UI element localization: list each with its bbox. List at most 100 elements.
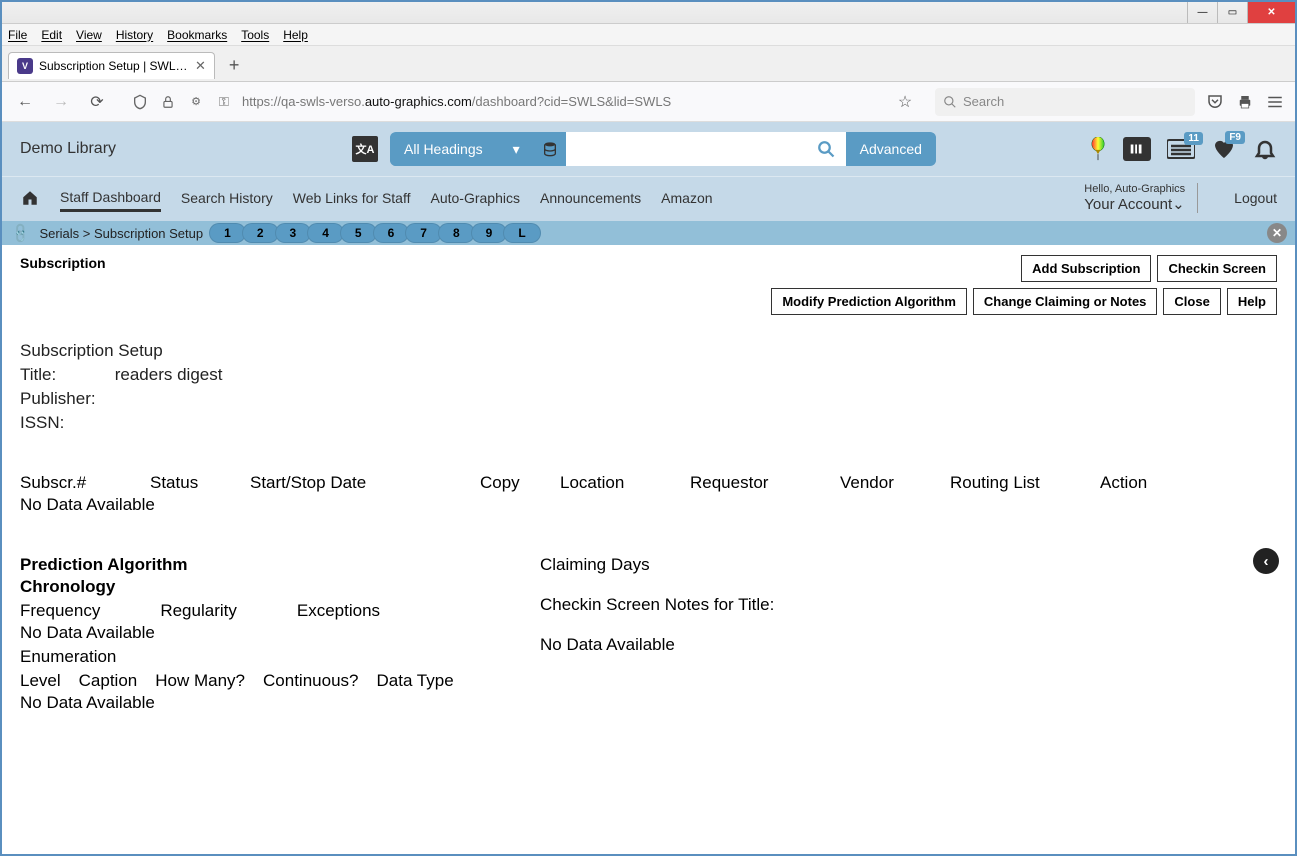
heart-icon[interactable]: F9 <box>1211 137 1237 161</box>
address-bar: ← → ⟳ ⚙ ⚿ https://qa-swls-verso.auto-gra… <box>2 82 1295 122</box>
add-subscription-button[interactable]: Add Subscription <box>1021 255 1151 282</box>
library-header: Demo Library 文A All Headings ▾ Advanced … <box>2 122 1295 176</box>
logout-link[interactable]: Logout <box>1218 190 1277 206</box>
catalog-search-button[interactable] <box>806 132 846 166</box>
menu-view[interactable]: View <box>76 28 102 42</box>
list-icon[interactable]: 11 <box>1167 138 1195 160</box>
chronology-title: Chronology <box>20 577 480 597</box>
menu-help[interactable]: Help <box>283 28 308 42</box>
advanced-search-button[interactable]: Advanced <box>846 133 936 165</box>
nav-amazon[interactable]: Amazon <box>661 186 712 210</box>
menu-file[interactable]: File <box>8 28 27 42</box>
page-8[interactable]: 8 <box>438 223 475 243</box>
close-button[interactable]: Close <box>1163 288 1220 315</box>
menu-bookmarks[interactable]: Bookmarks <box>167 28 227 42</box>
scanner-icon[interactable] <box>1123 137 1151 161</box>
maximize-button[interactable]: ▭ <box>1217 2 1247 23</box>
page-2[interactable]: 2 <box>242 223 279 243</box>
browser-search-box[interactable]: Search <box>935 88 1195 116</box>
chron-frequency: Frequency <box>20 601 100 621</box>
key-icon[interactable]: ⚿ <box>214 92 234 112</box>
col-routing: Routing List <box>950 473 1100 493</box>
page-7[interactable]: 7 <box>405 223 442 243</box>
page-3[interactable]: 3 <box>275 223 312 243</box>
nav-announcements[interactable]: Announcements <box>540 186 641 210</box>
new-tab-button[interactable]: + <box>221 55 248 76</box>
checkin-no-data: No Data Available <box>540 635 1277 655</box>
page-last[interactable]: L <box>503 223 540 243</box>
nav-search-history[interactable]: Search History <box>181 186 273 210</box>
chron-no-data: No Data Available <box>20 623 480 643</box>
reload-button[interactable]: ⟳ <box>84 89 110 115</box>
minimize-button[interactable]: — <box>1187 2 1217 23</box>
close-tab-icon[interactable]: ✕ <box>195 58 206 74</box>
pocket-icon[interactable] <box>1205 92 1225 112</box>
shield-icon[interactable] <box>130 92 150 112</box>
enumeration-title: Enumeration <box>20 647 480 667</box>
modify-prediction-button[interactable]: Modify Prediction Algorithm <box>771 288 967 315</box>
print-icon[interactable] <box>1235 92 1255 112</box>
balloon-icon[interactable] <box>1089 137 1107 161</box>
page-4[interactable]: 4 <box>307 223 344 243</box>
page-1[interactable]: 1 <box>209 223 246 243</box>
chron-exceptions: Exceptions <box>297 601 380 621</box>
issn-label: ISSN: <box>20 413 64 432</box>
search-icon <box>943 95 957 109</box>
nav-web-links[interactable]: Web Links for Staff <box>293 186 411 210</box>
enum-level: Level <box>20 671 61 691</box>
language-icon[interactable]: 文A <box>352 136 378 162</box>
list-badge: 11 <box>1184 132 1203 145</box>
bell-icon[interactable] <box>1253 137 1277 161</box>
menu-edit[interactable]: Edit <box>41 28 62 42</box>
tab-title: Subscription Setup | SWLS | swls <box>39 59 189 73</box>
col-vendor: Vendor <box>840 473 950 493</box>
permissions-icon[interactable]: ⚙ <box>186 92 206 112</box>
help-button[interactable]: Help <box>1227 288 1277 315</box>
col-copy: Copy <box>480 473 560 493</box>
browser-tab[interactable]: V Subscription Setup | SWLS | swls ✕ <box>8 52 215 79</box>
change-claiming-button[interactable]: Change Claiming or Notes <box>973 288 1158 315</box>
library-name: Demo Library <box>20 140 340 158</box>
lock-icon[interactable] <box>158 92 178 112</box>
menu-history[interactable]: History <box>116 28 153 42</box>
home-icon[interactable] <box>20 189 40 207</box>
headings-label: All Headings <box>404 141 483 157</box>
chevron-down-icon: ▾ <box>513 141 520 158</box>
enum-no-data: No Data Available <box>20 693 480 713</box>
chron-regularity: Regularity <box>160 601 237 621</box>
headings-dropdown[interactable]: All Headings ▾ <box>390 133 534 166</box>
catalog-search-input[interactable] <box>566 132 806 166</box>
forward-button[interactable]: → <box>48 89 74 115</box>
chevron-left-icon[interactable]: ‹ <box>1253 548 1279 574</box>
nav-auto-graphics[interactable]: Auto-Graphics <box>431 186 520 210</box>
bookmark-icon[interactable]: ☆ <box>895 92 915 112</box>
col-requestor: Requestor <box>690 473 840 493</box>
page-9[interactable]: 9 <box>471 223 508 243</box>
checkin-screen-button[interactable]: Checkin Screen <box>1157 255 1277 282</box>
heart-badge: F9 <box>1225 131 1245 144</box>
tab-bar: V Subscription Setup | SWLS | swls ✕ + <box>2 46 1295 82</box>
pagination: 1 2 3 4 5 6 7 8 9 L <box>213 223 541 243</box>
prediction-title: Prediction Algorithm <box>20 555 480 575</box>
prediction-block: Prediction Algorithm Chronology Frequenc… <box>20 555 1277 713</box>
database-icon[interactable] <box>534 140 566 158</box>
page-6[interactable]: 6 <box>373 223 410 243</box>
nav-staff-dashboard[interactable]: Staff Dashboard <box>60 185 161 212</box>
url-text: https://qa-swls-verso.auto-graphics.com/… <box>242 94 671 109</box>
enum-continuous: Continuous? <box>263 671 358 691</box>
publisher-label: Publisher: <box>20 389 96 408</box>
header-icons: 11 F9 <box>1089 137 1277 161</box>
url-box[interactable]: ⚙ ⚿ https://qa-swls-verso.auto-graphics.… <box>120 92 925 112</box>
enum-caption: Caption <box>79 671 138 691</box>
account-menu[interactable]: Hello, Auto-Graphics Your Account⌄ <box>1084 183 1198 213</box>
page-5[interactable]: 5 <box>340 223 377 243</box>
breadcrumb[interactable]: Serials > Subscription Setup <box>39 226 203 241</box>
title-value: readers digest <box>115 365 223 384</box>
hamburger-icon[interactable] <box>1265 92 1285 112</box>
close-window-button[interactable]: ✕ <box>1247 2 1295 23</box>
col-status: Status <box>150 473 250 493</box>
menu-tools[interactable]: Tools <box>241 28 269 42</box>
breadcrumb-bar: 🔗 Serials > Subscription Setup 1 2 3 4 5… <box>2 221 1295 245</box>
close-panel-icon[interactable]: ✕ <box>1267 223 1287 243</box>
back-button[interactable]: ← <box>12 89 38 115</box>
